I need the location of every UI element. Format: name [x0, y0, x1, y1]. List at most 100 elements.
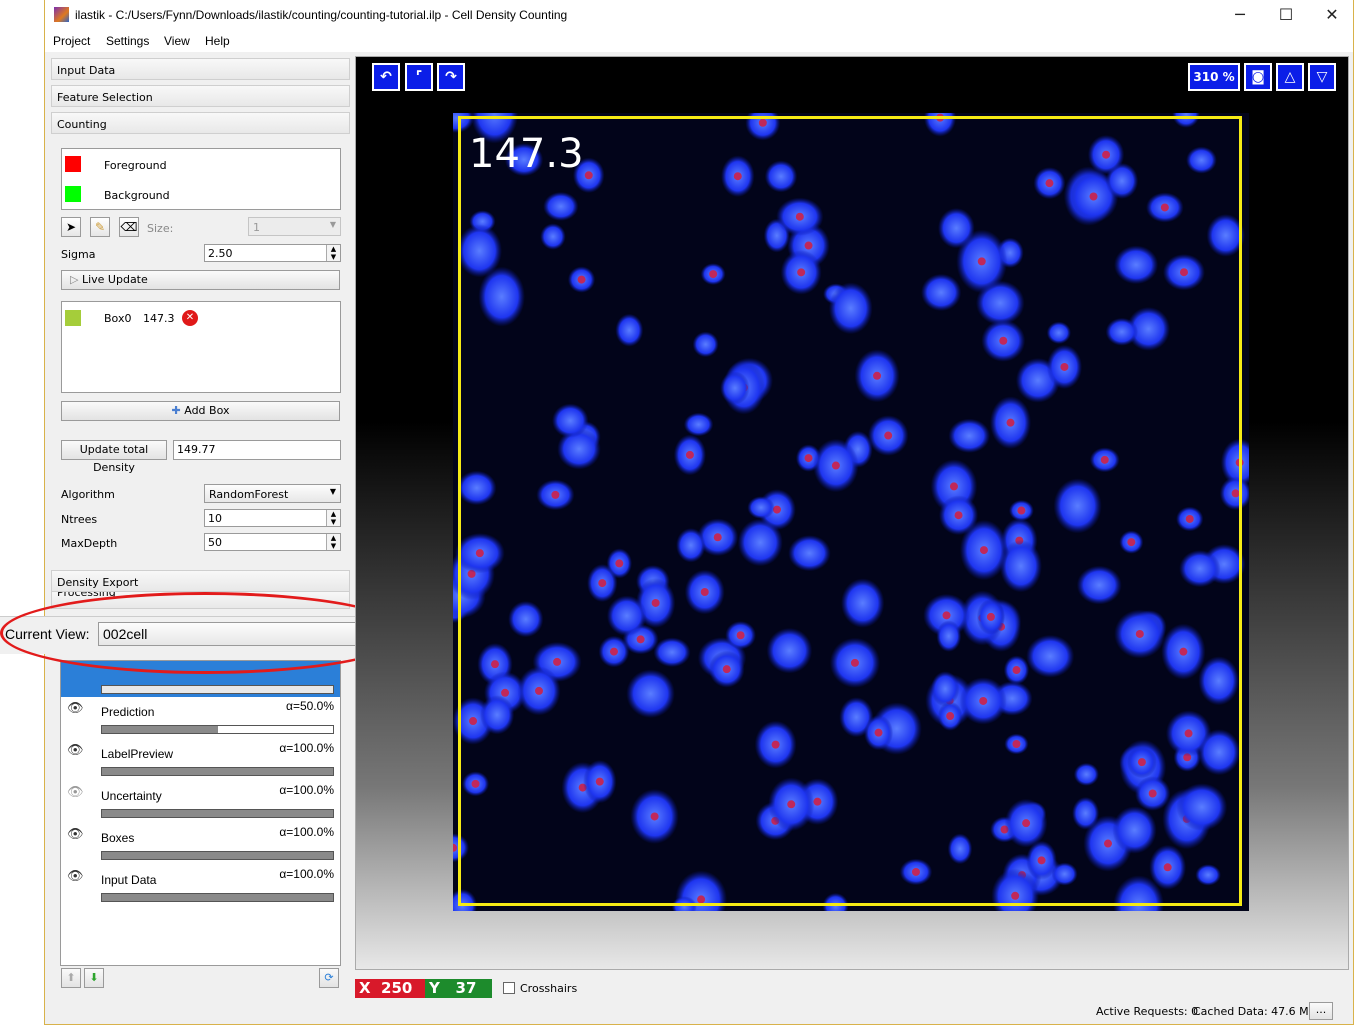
close-button[interactable]: ✕: [1309, 0, 1354, 30]
eye-icon[interactable]: 👁: [67, 701, 85, 716]
maximize-button[interactable]: ☐: [1263, 0, 1309, 30]
layer-row-boxes[interactable]: 👁 Boxes α=100.0%: [61, 823, 340, 865]
layer-opacity-bar[interactable]: [101, 851, 334, 860]
eraser-icon: ⌫: [120, 220, 138, 234]
layer-opacity-bar[interactable]: [101, 685, 334, 694]
zoom-level[interactable]: 310 %: [1187, 62, 1241, 92]
maxdepth-spinbox[interactable]: 50 ▲ ▼: [204, 533, 341, 551]
microscopy-image[interactable]: 147.3: [453, 113, 1249, 911]
layer-opacity-bar[interactable]: [101, 809, 334, 818]
eye-icon[interactable]: 👁: [67, 827, 85, 842]
sigma-spinbox[interactable]: 2.50 ▲ ▼: [204, 244, 341, 262]
camera-icon: ◙: [1251, 69, 1265, 85]
eraser-tool-button[interactable]: ⌫: [119, 217, 139, 237]
layer-options-button[interactable]: ⟳: [319, 968, 339, 988]
drawer-input-data[interactable]: Input Data: [51, 58, 350, 80]
background-swatch[interactable]: [65, 186, 81, 202]
total-density-field[interactable]: 149.77: [173, 440, 341, 460]
ntrees-label: Ntrees: [61, 513, 98, 526]
refresh-icon: ⟳: [324, 971, 334, 984]
label-list: Foreground Background: [61, 148, 341, 210]
eye-icon[interactable]: 👁: [67, 785, 85, 800]
active-requests: Active Requests: 0: [1096, 1005, 1199, 1018]
maxdepth-label: MaxDepth: [61, 537, 118, 550]
arrow-tool-button[interactable]: ➤: [61, 217, 81, 237]
layer-row-prediction[interactable]: 👁 Prediction α=50.0%: [61, 697, 340, 739]
algorithm-label: Algorithm: [61, 488, 115, 501]
delete-box-icon[interactable]: ✕: [182, 310, 198, 326]
chevron-down-icon: ▼: [329, 487, 336, 496]
spin-arrows-icon[interactable]: ▲ ▼: [326, 510, 340, 526]
sigma-label: Sigma: [61, 248, 96, 261]
menu-settings[interactable]: Settings: [106, 34, 149, 48]
drawer-counting[interactable]: Counting: [51, 112, 350, 134]
rotate-left-button[interactable]: ↶: [371, 62, 401, 92]
menu-help[interactable]: Help: [205, 34, 230, 48]
label-background[interactable]: Background: [104, 189, 170, 202]
window-title: ilastik - C:/Users/Fynn/Downloads/ilasti…: [75, 8, 568, 22]
pointer-icon: ➤: [65, 220, 77, 234]
foreground-swatch[interactable]: [65, 156, 81, 172]
layer-opacity-bar[interactable]: [101, 725, 334, 734]
arrow-down-icon: ⬇: [89, 971, 99, 984]
size-label: Size:: [147, 222, 174, 235]
arrow-up-icon: ⬆: [66, 971, 76, 984]
corner-icon: ⌜: [415, 69, 423, 85]
layer-row-labelpreview[interactable]: 👁 LabelPreview α=100.0%: [61, 739, 340, 781]
live-update-button[interactable]: ▷ Live Update: [61, 270, 340, 290]
swap-axes-button[interactable]: ⌜: [404, 62, 434, 92]
y-coordinate: Y 37: [425, 979, 492, 998]
layer-opacity-bar[interactable]: [101, 893, 334, 902]
move-layer-up-button[interactable]: ⬆: [61, 968, 81, 988]
box-value: 147.3: [143, 312, 175, 325]
title-bar: ilastik - C:/Users/Fynn/Downloads/ilasti…: [45, 0, 1353, 30]
menu-project[interactable]: Project: [53, 34, 90, 48]
move-layer-down-button[interactable]: ⬇: [84, 968, 104, 988]
rotate-left-icon: ↶: [380, 69, 392, 85]
chevron-down-icon: ▼: [329, 220, 336, 229]
algorithm-select[interactable]: RandomForest ▼: [204, 484, 341, 503]
rotate-right-icon: ↷: [445, 69, 457, 85]
screenshot-button[interactable]: ◙: [1243, 62, 1273, 92]
layer-row-uncertainty[interactable]: 👁 Uncertainty α=100.0%: [61, 781, 340, 823]
box-list: Box0 147.3 ✕: [61, 301, 341, 393]
minimize-view-button[interactable]: ▽: [1307, 62, 1337, 92]
layer-row-input-data[interactable]: 👁 Input Data α=100.0%: [61, 865, 340, 907]
layer-list: 👁 Prediction α=50.0% 👁 LabelPreview α=10…: [60, 660, 341, 966]
drawer-feature-selection[interactable]: Feature Selection: [51, 85, 350, 107]
image-viewer[interactable]: ↶ ⌜ ↷ 310 % ◙ △ ▽ 147.3: [355, 56, 1349, 970]
crosshairs-label: Crosshairs: [520, 982, 578, 995]
maximize-view-button[interactable]: △: [1275, 62, 1305, 92]
eye-icon[interactable]: 👁: [67, 869, 85, 884]
minimize-button[interactable]: ─: [1217, 0, 1263, 30]
ntrees-spinbox[interactable]: 10 ▲ ▼: [204, 509, 341, 527]
plus-icon: ✚: [171, 404, 181, 417]
brush-tool-button[interactable]: ✎: [90, 217, 110, 237]
box-color-swatch[interactable]: [65, 310, 81, 326]
brush-size-select[interactable]: 1 ▼: [248, 217, 341, 236]
spin-arrows-icon[interactable]: ▲ ▼: [326, 534, 340, 550]
menu-view[interactable]: View: [164, 34, 190, 48]
triangle-down-icon: ▽: [1316, 69, 1328, 85]
ilastik-logo-icon: [54, 7, 69, 22]
box-name[interactable]: Box0: [104, 312, 131, 325]
layer-opacity-bar[interactable]: [101, 767, 334, 776]
label-foreground[interactable]: Foreground: [104, 159, 167, 172]
menu-bar: Project Settings View Help: [45, 30, 1353, 52]
more-status-button[interactable]: ...: [1309, 1002, 1333, 1020]
spin-arrows-icon[interactable]: ▲ ▼: [326, 245, 340, 261]
x-coordinate: X 250: [355, 979, 425, 998]
cached-data: Cached Data: 47.6 MB: [1193, 1005, 1317, 1018]
brush-icon: ✎: [94, 220, 106, 234]
update-total-density-button[interactable]: Update total Density: [61, 440, 167, 474]
add-box-button[interactable]: ✚ Add Box: [61, 401, 340, 421]
triangle-up-icon: △: [1284, 69, 1296, 85]
highlight-ellipse: [0, 592, 410, 674]
roi-density-value: 147.3: [469, 131, 584, 177]
drawer-density-export[interactable]: Density Export: [51, 570, 350, 592]
crosshairs-checkbox[interactable]: [503, 982, 515, 994]
roi-box[interactable]: [458, 116, 1242, 906]
eye-icon[interactable]: 👁: [67, 743, 85, 758]
rotate-right-button[interactable]: ↷: [436, 62, 466, 92]
play-icon: ▷: [70, 273, 79, 286]
